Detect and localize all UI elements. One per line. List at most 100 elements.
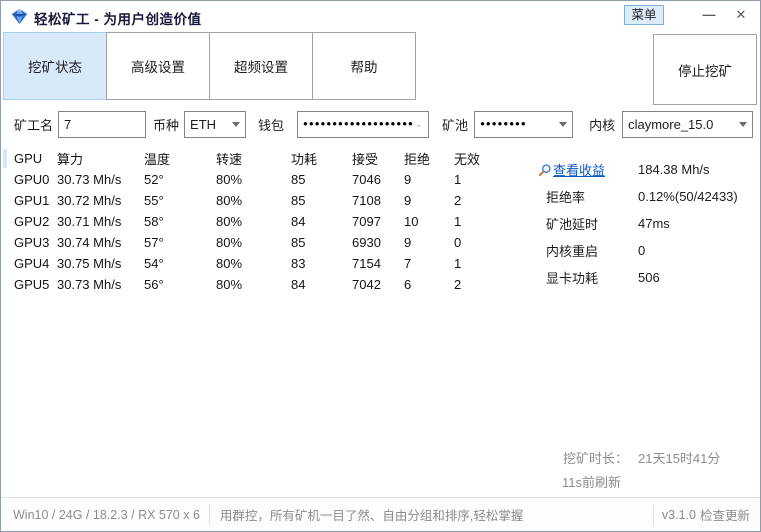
- caret-down-icon: [232, 121, 241, 127]
- miner-name-input[interactable]: 7: [58, 110, 147, 138]
- col-header-fan-speed: 转速: [216, 152, 243, 167]
- total-hashrate-value: 184.38 Mh/s: [638, 162, 710, 177]
- cell-gpu: GPU1: [14, 193, 50, 208]
- cell-accepted: 7042: [352, 277, 381, 292]
- gpu-power-row: 显卡功耗 506: [538, 270, 738, 286]
- tab-mining-status[interactable]: 挖矿状态: [3, 32, 107, 100]
- cell-rejected: 6: [404, 277, 412, 292]
- cell-invalid: 2: [454, 193, 462, 208]
- kernel-label: 内核: [589, 117, 616, 133]
- cell-invalid: 1: [454, 256, 462, 271]
- reject-rate-label: 拒绝率: [546, 190, 586, 205]
- cell-fan-speed: 80%: [216, 214, 243, 229]
- cell-accepted: 7046: [352, 172, 381, 187]
- cell-fan-speed: 80%: [216, 235, 243, 250]
- pool-latency-value: 47ms: [638, 216, 670, 231]
- cell-temperature: 56°: [144, 277, 164, 292]
- pool-select[interactable]: ●●●●●●●●: [474, 110, 574, 138]
- wallet-input[interactable]: ●●●●●●●●●●●●●●●●●●● ⌄: [297, 110, 430, 138]
- cell-gpu: GPU0: [14, 172, 50, 187]
- cell-power: 84: [291, 277, 306, 292]
- miner-config-row: 矿工名 7 币种 ETH 钱包 ●●●●●●●●●●●●●●●●●●● ⌄ 矿池…: [14, 110, 754, 138]
- cell-power: 84: [291, 214, 306, 229]
- cell-hashrate: 30.75 Mh/s: [57, 256, 122, 271]
- chevron-down-icon: ⌄: [414, 118, 424, 130]
- gpu-row-2[interactable]: GPU2 30.71 Mh/s 58° 80% 84 7097 10 1: [2, 211, 499, 232]
- cell-temperature: 58°: [144, 214, 164, 229]
- stop-mining-button[interactable]: 停止挖矿: [653, 34, 757, 105]
- kernel-restarts-value: 0: [638, 243, 646, 258]
- header-selection-marker: [3, 149, 7, 168]
- view-earnings-link[interactable]: 查看收益: [553, 160, 605, 179]
- col-header-temperature: 温度: [144, 152, 171, 167]
- caret-down-icon: [739, 121, 748, 127]
- cell-rejected: 7: [404, 256, 412, 271]
- tab-overclock-settings[interactable]: 超频设置: [209, 32, 313, 100]
- cell-gpu: GPU4: [14, 256, 50, 271]
- cell-rejected: 9: [404, 235, 412, 250]
- col-header-rejected: 拒绝: [404, 152, 431, 167]
- cell-hashrate: 30.71 Mh/s: [57, 214, 122, 229]
- gpu-table: GPU 算力 温度 转速 功耗 接受 拒绝 无效 GPU0 30.73 Mh/s…: [2, 148, 499, 295]
- tab-advanced-settings[interactable]: 高级设置: [106, 32, 210, 100]
- statusbar-divider: [208, 504, 210, 525]
- cell-temperature: 54°: [144, 256, 164, 271]
- check-update-link[interactable]: 检查更新: [700, 505, 750, 524]
- cell-temperature: 55°: [144, 193, 164, 208]
- kernel-value: claymore_15.0: [628, 116, 714, 132]
- gpu-row-4[interactable]: GPU4 30.75 Mh/s 54° 80% 83 7154 7 1: [2, 253, 499, 274]
- system-info: Win10 / 24G / 18.2.3 / RX 570 x 6: [13, 507, 200, 522]
- close-button[interactable]: ✕: [730, 4, 752, 26]
- cell-rejected: 9: [404, 172, 412, 187]
- cell-gpu: GPU2: [14, 214, 50, 229]
- cell-fan-speed: 80%: [216, 256, 243, 271]
- kernel-restarts-label: 内核重启: [546, 244, 599, 259]
- reject-rate-row: 拒绝率 0.12%(50/42433): [538, 189, 738, 205]
- gpu-row-5[interactable]: GPU5 30.73 Mh/s 56° 80% 84 7042 6 2: [2, 274, 499, 295]
- mining-duration: 挖矿时长： 21天15时41分: [563, 448, 720, 467]
- app-logo-diamond-icon: [11, 8, 28, 25]
- summary-stats-panel: 查看收益 184.38 Mh/s 拒绝率 0.12%(50/42433) 矿池延…: [538, 162, 738, 297]
- miner-name-label: 矿工名: [14, 117, 54, 133]
- cell-hashrate: 30.73 Mh/s: [57, 277, 122, 292]
- cell-fan-speed: 80%: [216, 193, 243, 208]
- cell-accepted: 7108: [352, 193, 381, 208]
- coin-select[interactable]: ETH: [184, 110, 247, 138]
- menu-button[interactable]: 菜单: [624, 5, 664, 25]
- cell-invalid: 1: [454, 214, 462, 229]
- tab-help[interactable]: 帮助: [312, 32, 416, 100]
- cell-gpu: GPU3: [14, 235, 50, 250]
- cell-accepted: 6930: [352, 235, 381, 250]
- col-header-gpu: GPU: [14, 151, 43, 166]
- cell-temperature: 52°: [144, 172, 164, 187]
- wallet-masked-value: ●●●●●●●●●●●●●●●●●●●: [303, 120, 413, 128]
- cell-hashrate: 30.74 Mh/s: [57, 235, 122, 250]
- miner-name-value: 7: [64, 116, 72, 132]
- gpu-power-value: 506: [638, 270, 660, 285]
- minimize-button[interactable]: —: [698, 4, 720, 26]
- cell-gpu: GPU5: [14, 277, 50, 292]
- pool-latency-row: 矿池延时 47ms: [538, 216, 738, 232]
- total-hashrate-row: 查看收益 184.38 Mh/s: [538, 160, 738, 179]
- gpu-row-1[interactable]: GPU1 30.72 Mh/s 55° 80% 85 7108 9 2: [2, 190, 499, 211]
- cell-invalid: 0: [454, 235, 462, 250]
- cell-hashrate: 30.72 Mh/s: [57, 193, 122, 208]
- magnifier-icon: [538, 163, 551, 176]
- window-title: 轻松矿工 - 为用户创造价值: [34, 12, 202, 27]
- caret-down-icon: [559, 121, 568, 127]
- cell-power: 85: [291, 172, 306, 187]
- kernel-select[interactable]: claymore_15.0: [622, 110, 754, 138]
- gpu-row-3[interactable]: GPU3 30.74 Mh/s 57° 80% 85 6930 9 0: [2, 232, 499, 253]
- cell-accepted: 7154: [352, 256, 381, 271]
- pool-masked-value: ●●●●●●●●: [480, 120, 527, 128]
- reject-rate-value: 0.12%(50/42433): [638, 189, 738, 204]
- cell-invalid: 1: [454, 172, 462, 187]
- cell-power: 85: [291, 235, 306, 250]
- cell-rejected: 9: [404, 193, 412, 208]
- coin-label: 币种: [153, 117, 180, 133]
- mining-duration-label: 挖矿时长：: [563, 451, 629, 466]
- gpu-row-0[interactable]: GPU0 30.73 Mh/s 52° 80% 85 7046 9 1: [2, 169, 499, 190]
- col-header-invalid: 无效: [454, 152, 481, 167]
- cell-rejected: 10: [404, 214, 419, 229]
- cell-accepted: 7097: [352, 214, 381, 229]
